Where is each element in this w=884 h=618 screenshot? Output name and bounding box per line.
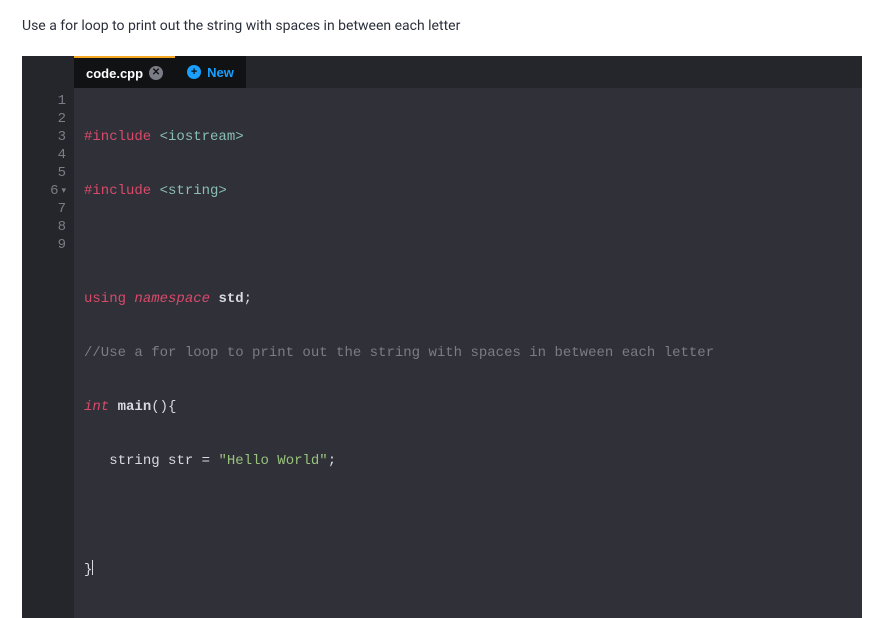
line-number: 9	[36, 236, 66, 254]
code-area[interactable]: #include <iostream> #include <string> us…	[74, 88, 862, 618]
tab-active-file[interactable]: code.cpp ✕	[74, 56, 175, 88]
code-line	[84, 236, 852, 254]
code-line	[84, 506, 852, 524]
editor-body[interactable]: 1 2 3 4 5 6 7 8 9 #include <iostream> #i…	[22, 88, 862, 618]
plus-icon: +	[187, 65, 201, 79]
code-line: //Use a for loop to print out the string…	[84, 344, 852, 362]
close-icon[interactable]: ✕	[149, 66, 163, 80]
tab-bar: code.cpp ✕ + New	[22, 56, 862, 88]
line-number: 7	[36, 200, 66, 218]
tab-new-label: New	[207, 65, 234, 80]
line-number: 8	[36, 218, 66, 236]
line-number: 4	[36, 146, 66, 164]
text-cursor	[92, 560, 93, 575]
tab-label: code.cpp	[86, 66, 143, 81]
code-line: }	[84, 560, 852, 578]
code-line: #include <string>	[84, 182, 852, 200]
line-number-fold[interactable]: 6	[36, 182, 66, 200]
line-number: 5	[36, 164, 66, 182]
line-number-gutter: 1 2 3 4 5 6 7 8 9	[22, 88, 74, 618]
line-number: 1	[36, 92, 66, 110]
line-number: 3	[36, 128, 66, 146]
instruction-text: Use a for loop to print out the string w…	[22, 18, 862, 34]
code-editor: code.cpp ✕ + New 1 2 3 4 5 6 7 8 9 #incl…	[22, 56, 862, 618]
line-number: 2	[36, 110, 66, 128]
code-line: using namespace std;	[84, 290, 852, 308]
code-line: #include <iostream>	[84, 128, 852, 146]
code-line: string str = "Hello World";	[84, 452, 852, 470]
code-line: int main(){	[84, 398, 852, 416]
tab-new[interactable]: + New	[175, 56, 246, 88]
